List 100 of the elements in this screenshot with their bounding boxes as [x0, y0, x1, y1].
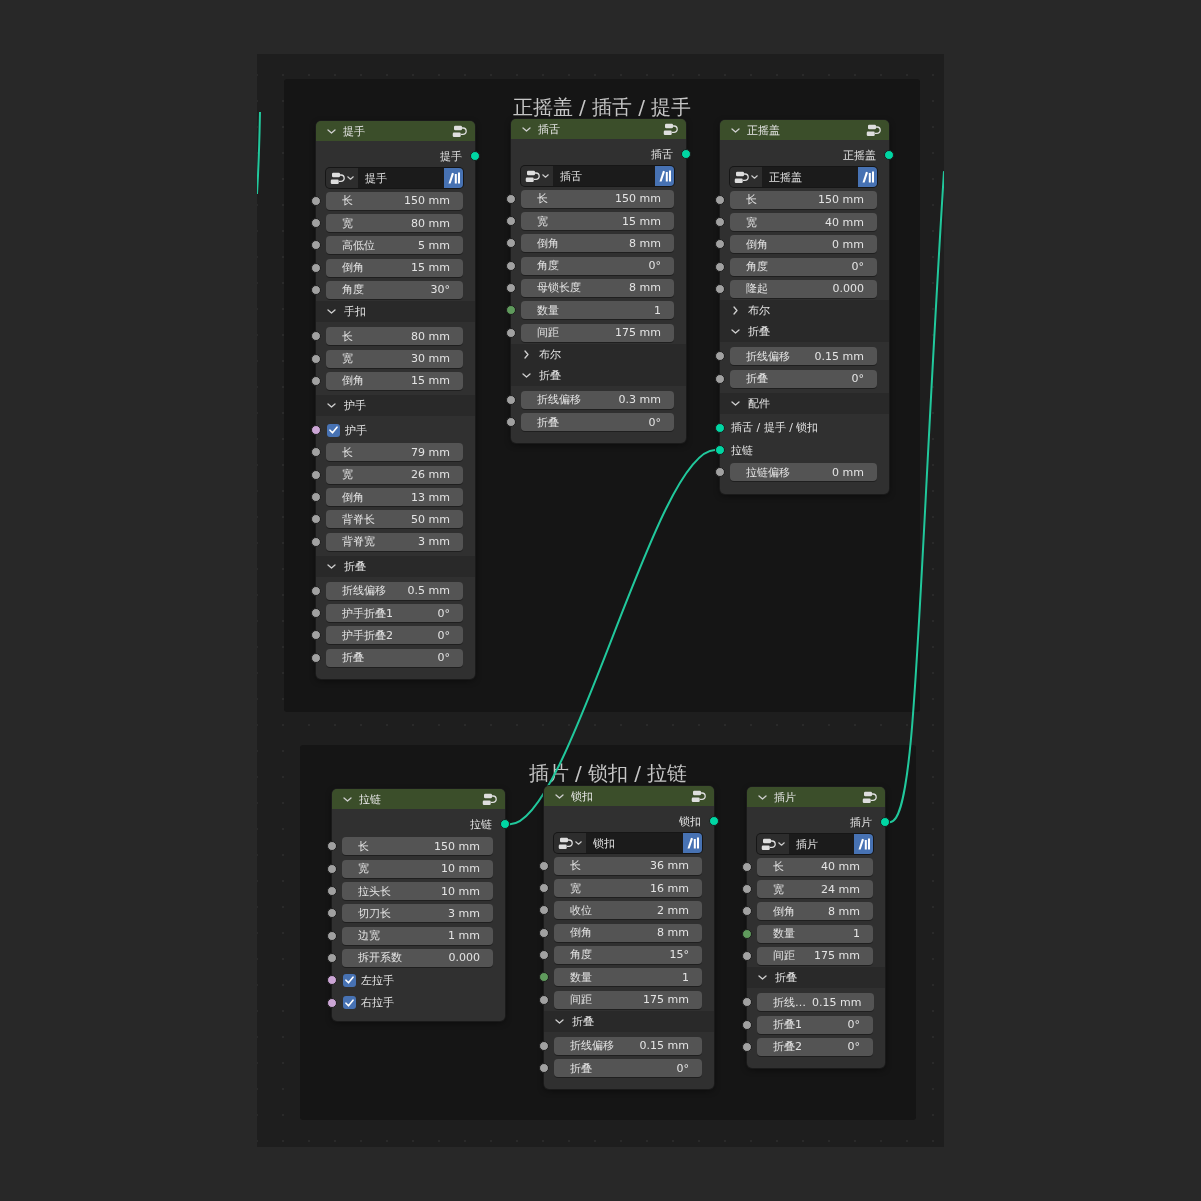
number-field[interactable]: 母锁长度 8 mm: [521, 278, 674, 297]
socket-icon[interactable]: [742, 928, 752, 939]
socket-icon[interactable]: [742, 861, 752, 872]
datablock-dropdown[interactable]: [730, 167, 762, 188]
number-field[interactable]: 间距 175 mm: [521, 323, 674, 342]
panel-header[interactable]: 折叠: [511, 364, 686, 386]
panel-header[interactable]: 折叠: [720, 321, 889, 343]
socket-icon[interactable]: [742, 997, 752, 1008]
socket-icon[interactable]: [539, 949, 549, 960]
number-field[interactable]: 折叠1 0°: [757, 1015, 873, 1034]
socket-icon[interactable]: [742, 1041, 752, 1052]
number-field[interactable]: 切刀长 3 mm: [342, 904, 493, 923]
chevron-icon[interactable]: [733, 306, 738, 316]
socket-icon[interactable]: [715, 445, 725, 456]
checkbox[interactable]: [343, 973, 356, 987]
number-field[interactable]: 宽 15 mm: [521, 212, 674, 231]
socket-icon[interactable]: [506, 282, 516, 293]
datablock-name-field[interactable]: 插片: [789, 834, 854, 855]
socket-icon[interactable]: [742, 906, 752, 917]
number-field[interactable]: 高低位 5 mm: [326, 236, 463, 255]
number-field[interactable]: 隆起 0.000: [730, 279, 877, 298]
number-field[interactable]: 背脊宽 3 mm: [326, 532, 463, 551]
number-field[interactable]: 拆开系数 0.000: [342, 948, 493, 967]
number-field[interactable]: 折线… 0.15 mm: [757, 993, 875, 1012]
socket-icon[interactable]: [715, 239, 725, 250]
socket-icon[interactable]: [327, 908, 337, 919]
number-field[interactable]: 长 40 mm: [757, 857, 873, 876]
socket-icon[interactable]: [539, 994, 549, 1005]
number-field[interactable]: 倒角 0 mm: [730, 235, 877, 254]
socket-icon[interactable]: [539, 972, 549, 983]
socket-icon[interactable]: [715, 283, 725, 294]
number-field[interactable]: 折叠 0°: [730, 369, 877, 388]
chevron-icon[interactable]: [327, 128, 336, 134]
number-field[interactable]: 长 36 mm: [554, 856, 702, 875]
asset-toggle[interactable]: [444, 168, 463, 189]
number-field[interactable]: 护手折叠1 0°: [326, 604, 463, 623]
socket-icon[interactable]: [470, 151, 480, 162]
number-field[interactable]: 宽 80 mm: [326, 214, 463, 233]
number-field[interactable]: 倒角 8 mm: [521, 234, 674, 253]
panel-header[interactable]: 布尔: [511, 343, 686, 365]
chevron-icon[interactable]: [327, 309, 336, 315]
socket-icon[interactable]: [311, 240, 321, 251]
number-field[interactable]: 折叠2 0°: [757, 1037, 873, 1056]
socket-icon[interactable]: [539, 1063, 549, 1074]
socket-icon[interactable]: [506, 193, 516, 204]
datablock-name-field[interactable]: 正摇盖: [762, 167, 858, 188]
chevron-icon[interactable]: [758, 975, 767, 981]
socket-icon[interactable]: [506, 260, 516, 271]
number-field[interactable]: 长 150 mm: [730, 190, 877, 209]
number-field[interactable]: 宽 24 mm: [757, 880, 873, 899]
socket-icon[interactable]: [311, 353, 321, 364]
socket-icon[interactable]: [539, 927, 549, 938]
socket-icon[interactable]: [715, 373, 725, 384]
number-field[interactable]: 折线偏移 0.5 mm: [326, 581, 463, 600]
socket-icon[interactable]: [311, 447, 321, 458]
socket-icon[interactable]: [715, 422, 725, 433]
socket-icon[interactable]: [311, 218, 321, 229]
socket-icon[interactable]: [539, 1040, 549, 1051]
node-link[interactable]: [257, 111, 261, 195]
number-field[interactable]: 折叠 0°: [326, 648, 463, 667]
number-field[interactable]: 倒角 8 mm: [554, 923, 702, 942]
panel-header[interactable]: 折叠: [747, 967, 885, 989]
socket-icon[interactable]: [880, 817, 890, 828]
socket-icon[interactable]: [311, 195, 321, 206]
number-field[interactable]: 宽 40 mm: [730, 213, 877, 232]
socket-icon[interactable]: [506, 238, 516, 249]
panel-header[interactable]: 折叠: [316, 555, 475, 577]
number-field[interactable]: 宽 16 mm: [554, 879, 702, 898]
datablock-dropdown[interactable]: [326, 168, 358, 189]
number-field[interactable]: 长 79 mm: [326, 443, 463, 462]
socket-icon[interactable]: [715, 467, 725, 478]
number-field[interactable]: 角度 30°: [326, 280, 463, 299]
socket-icon[interactable]: [327, 930, 337, 941]
socket-icon[interactable]: [506, 394, 516, 405]
number-field[interactable]: 边宽 1 mm: [342, 926, 493, 945]
socket-icon[interactable]: [681, 149, 691, 160]
socket-icon[interactable]: [506, 216, 516, 227]
socket-icon[interactable]: [715, 351, 725, 362]
socket-icon[interactable]: [311, 514, 321, 525]
number-field[interactable]: 倒角 15 mm: [326, 371, 463, 390]
socket-icon[interactable]: [311, 536, 321, 547]
socket-icon[interactable]: [715, 217, 725, 228]
number-field[interactable]: 角度 0°: [521, 256, 674, 275]
socket-icon[interactable]: [506, 327, 516, 338]
asset-toggle[interactable]: [858, 167, 877, 188]
number-field[interactable]: 护手折叠2 0°: [326, 626, 463, 645]
socket-icon[interactable]: [327, 863, 337, 874]
number-field[interactable]: 数量 1: [757, 924, 873, 943]
socket-icon[interactable]: [539, 883, 549, 894]
panel-header[interactable]: 配件: [720, 392, 889, 414]
datablock-name-field[interactable]: 提手: [358, 168, 444, 189]
number-field[interactable]: 角度 15°: [554, 945, 702, 964]
chevron-icon[interactable]: [758, 794, 767, 800]
socket-icon[interactable]: [884, 150, 894, 161]
socket-icon[interactable]: [715, 261, 725, 272]
number-field[interactable]: 折叠 0°: [554, 1059, 702, 1078]
chevron-icon[interactable]: [555, 1018, 564, 1024]
socket-icon[interactable]: [311, 375, 321, 386]
socket-icon[interactable]: [327, 886, 337, 897]
socket-icon[interactable]: [311, 425, 321, 436]
